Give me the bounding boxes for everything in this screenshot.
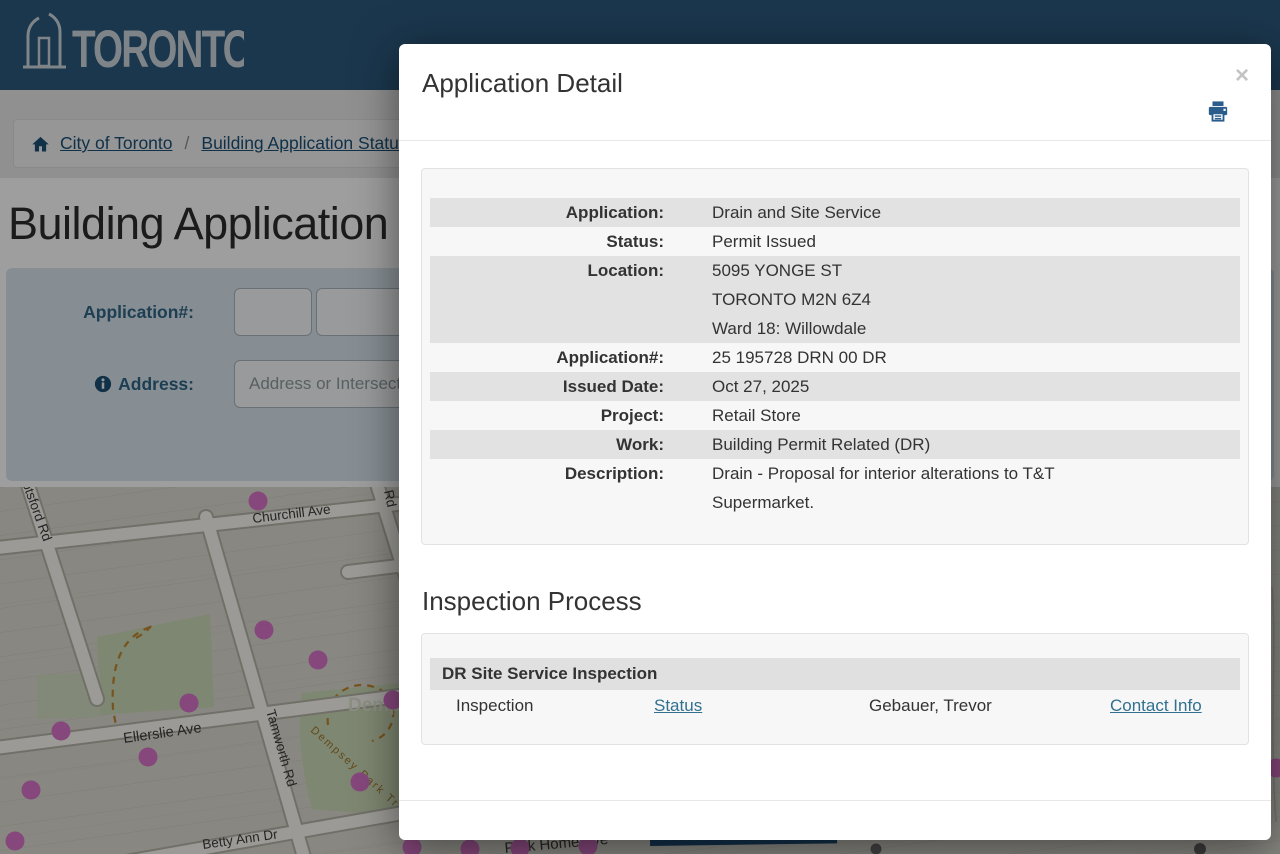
inspection-process-heading: Inspection Process [422,586,642,616]
detail-row: Issued Date: Oct 27, 2025 [430,372,1240,401]
detail-row: Application#: 25 195728 DRN 00 DR [556,348,887,367]
inspection-group-title: DR Site Service Inspection [430,658,1240,690]
modal-title: Application Detail [422,68,623,98]
status-link[interactable]: Status [654,696,702,715]
inspector-name: Gebauer, Trevor [869,696,992,715]
inspection-row: Inspection Status Gebauer, Trevor Contac… [430,690,1240,721]
inspection-panel: DR Site Service Inspection Inspection St… [421,633,1249,745]
modal-header-divider [399,140,1271,141]
contact-info-link[interactable]: Contact Info [1110,696,1202,715]
detail-row: Location: 5095 YONGE ST TORONTO M2N 6Z4 … [430,256,1240,343]
application-detail-modal: Application Detail × Application: Drain … [399,44,1271,840]
detail-row: Status: Permit Issued [606,232,816,251]
printer-icon [1208,101,1228,122]
modal-footer-divider [399,800,1271,801]
detail-row: Application: Drain and Site Service [430,198,1240,227]
detail-row: Project: Retail Store [600,406,801,425]
detail-row: Work: Building Permit Related (DR) [430,430,1240,459]
application-detail-panel: Application: Drain and Site Service Stat… [421,168,1249,545]
page: TORONTO City of Toronto / Building Appli… [0,0,1280,854]
inspection-type: Inspection [456,696,534,715]
print-button[interactable] [1207,100,1229,126]
detail-row: Description: Drain - Proposal for interi… [564,464,1055,512]
close-icon[interactable]: × [1235,64,1249,88]
